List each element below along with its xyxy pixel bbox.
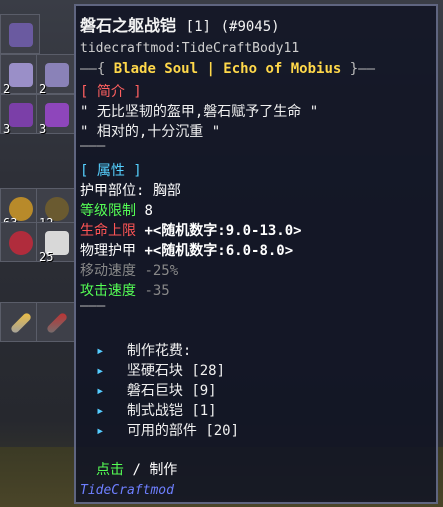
set-name: Blade Soul | Echo of Mobius <box>113 61 342 77</box>
hp-row: 生命上限 +<随机数字:9.0-13.0> <box>80 220 302 240</box>
move-speed-label: 移动速度 <box>80 263 136 279</box>
recipe-item-name: 制式战铠 <box>126 403 183 419</box>
item-index: [1] <box>185 19 211 35</box>
recipe-item: ▸ 可用的部件 [20] <box>96 420 239 440</box>
move-speed-value: -25% <box>144 263 179 279</box>
hp-value: +<随机数字:9.0-13.0> <box>144 223 302 239</box>
action-slash: / <box>132 462 141 478</box>
set-bonus-line: ——{ Blade Soul | Echo of Mobius }—— <box>80 61 375 77</box>
inventory-slot[interactable]: 2 <box>0 54 40 96</box>
bullet-icon: ▸ <box>96 403 105 419</box>
armor-value: +<随机数字:6.0-8.0> <box>144 243 294 259</box>
bullet-icon: ▸ <box>96 423 105 439</box>
armor-item-icon <box>9 103 33 127</box>
attack-speed-label: 攻击速度 <box>80 283 136 299</box>
separator: ——— <box>80 298 106 314</box>
set-dash-right: }—— <box>349 61 376 77</box>
craft-label[interactable]: 制作 <box>149 462 177 478</box>
item-id: (#9045) <box>220 19 280 35</box>
intro-line: " 无比坚韧的盔甲,磐石赋予了生命 " <box>80 104 319 120</box>
inventory-slot[interactable] <box>0 222 40 262</box>
inventory-slot[interactable] <box>36 302 76 342</box>
attack-speed-row: 攻击速度 -35 <box>80 280 170 300</box>
click-label[interactable]: 点击 <box>96 462 124 478</box>
recipe-item-count: [9] <box>191 383 217 399</box>
armor-row: 物理护甲 +<随机数字:6.0-8.0> <box>80 240 293 260</box>
sword-item-icon <box>9 311 33 335</box>
inventory-slot[interactable]: 3 <box>36 94 76 136</box>
recipe-item: ▸ 磐石巨块 [9] <box>96 380 217 400</box>
item-count: 25 <box>39 250 54 264</box>
level-value: 8 <box>144 203 153 219</box>
craft-action-row[interactable]: 点击 / 制作 <box>96 459 177 479</box>
inventory-slot[interactable]: 25 <box>36 222 76 264</box>
recipe-header-row: ▸ 制作花费: <box>96 340 191 360</box>
armor-item-icon <box>9 23 33 47</box>
recipe-header: 制作花费: <box>126 343 192 359</box>
mod-registry-id: tidecraftmod:TideCraftBody11 <box>80 41 300 56</box>
armor-item-icon <box>45 63 69 87</box>
intro-header: [ 简介 ] <box>80 84 142 100</box>
recipe-item-name: 磐石巨块 <box>126 383 183 399</box>
item-count: 3 <box>3 122 11 136</box>
recipe-item: ▸ 坚硬石块 [28] <box>96 360 225 380</box>
sword-item-icon <box>45 311 69 335</box>
level-row: 等级限制 8 <box>80 200 153 220</box>
separator: ——— <box>80 138 106 154</box>
armor-slot-label: 护甲部位: <box>80 183 145 199</box>
recipe-item-name: 可用的部件 <box>126 423 197 439</box>
recipe-item-count: [28] <box>191 363 226 379</box>
item-title: 磐石之躯战铠 [1] (#9045) <box>80 12 280 36</box>
recipe-item: ▸ 制式战铠 [1] <box>96 400 217 420</box>
attr-header: [ 属性 ] <box>80 163 142 179</box>
mod-name: TideCraftmod <box>80 483 174 498</box>
armor-slot-row: 护甲部位: 胸部 <box>80 180 181 200</box>
inventory-slot[interactable] <box>0 14 40 54</box>
bullet-icon: ▸ <box>96 363 105 379</box>
hp-label: 生命上限 <box>80 223 136 239</box>
recipe-item-count: [20] <box>205 423 240 439</box>
gem-item-icon <box>9 231 33 255</box>
inventory-slot[interactable] <box>0 302 40 342</box>
armor-item-icon <box>45 103 69 127</box>
level-label: 等级限制 <box>80 203 136 219</box>
set-dash-left: ——{ <box>80 61 106 77</box>
bullet-icon: ▸ <box>96 343 105 359</box>
recipe-item-name: 坚硬石块 <box>126 363 183 379</box>
attack-speed-value: -35 <box>144 283 170 299</box>
armor-item-icon <box>9 63 33 87</box>
inventory-slot[interactable]: 3 <box>0 94 40 136</box>
armor-slot-value: 胸部 <box>152 183 181 199</box>
armor-label: 物理护甲 <box>80 243 136 259</box>
move-speed-row: 移动速度 -25% <box>80 260 178 280</box>
recipe-item-count: [1] <box>191 403 217 419</box>
item-count: 3 <box>39 122 47 136</box>
bullet-icon: ▸ <box>96 383 105 399</box>
item-name: 磐石之躯战铠 <box>80 16 177 35</box>
inventory-slot[interactable]: 2 <box>36 54 76 96</box>
